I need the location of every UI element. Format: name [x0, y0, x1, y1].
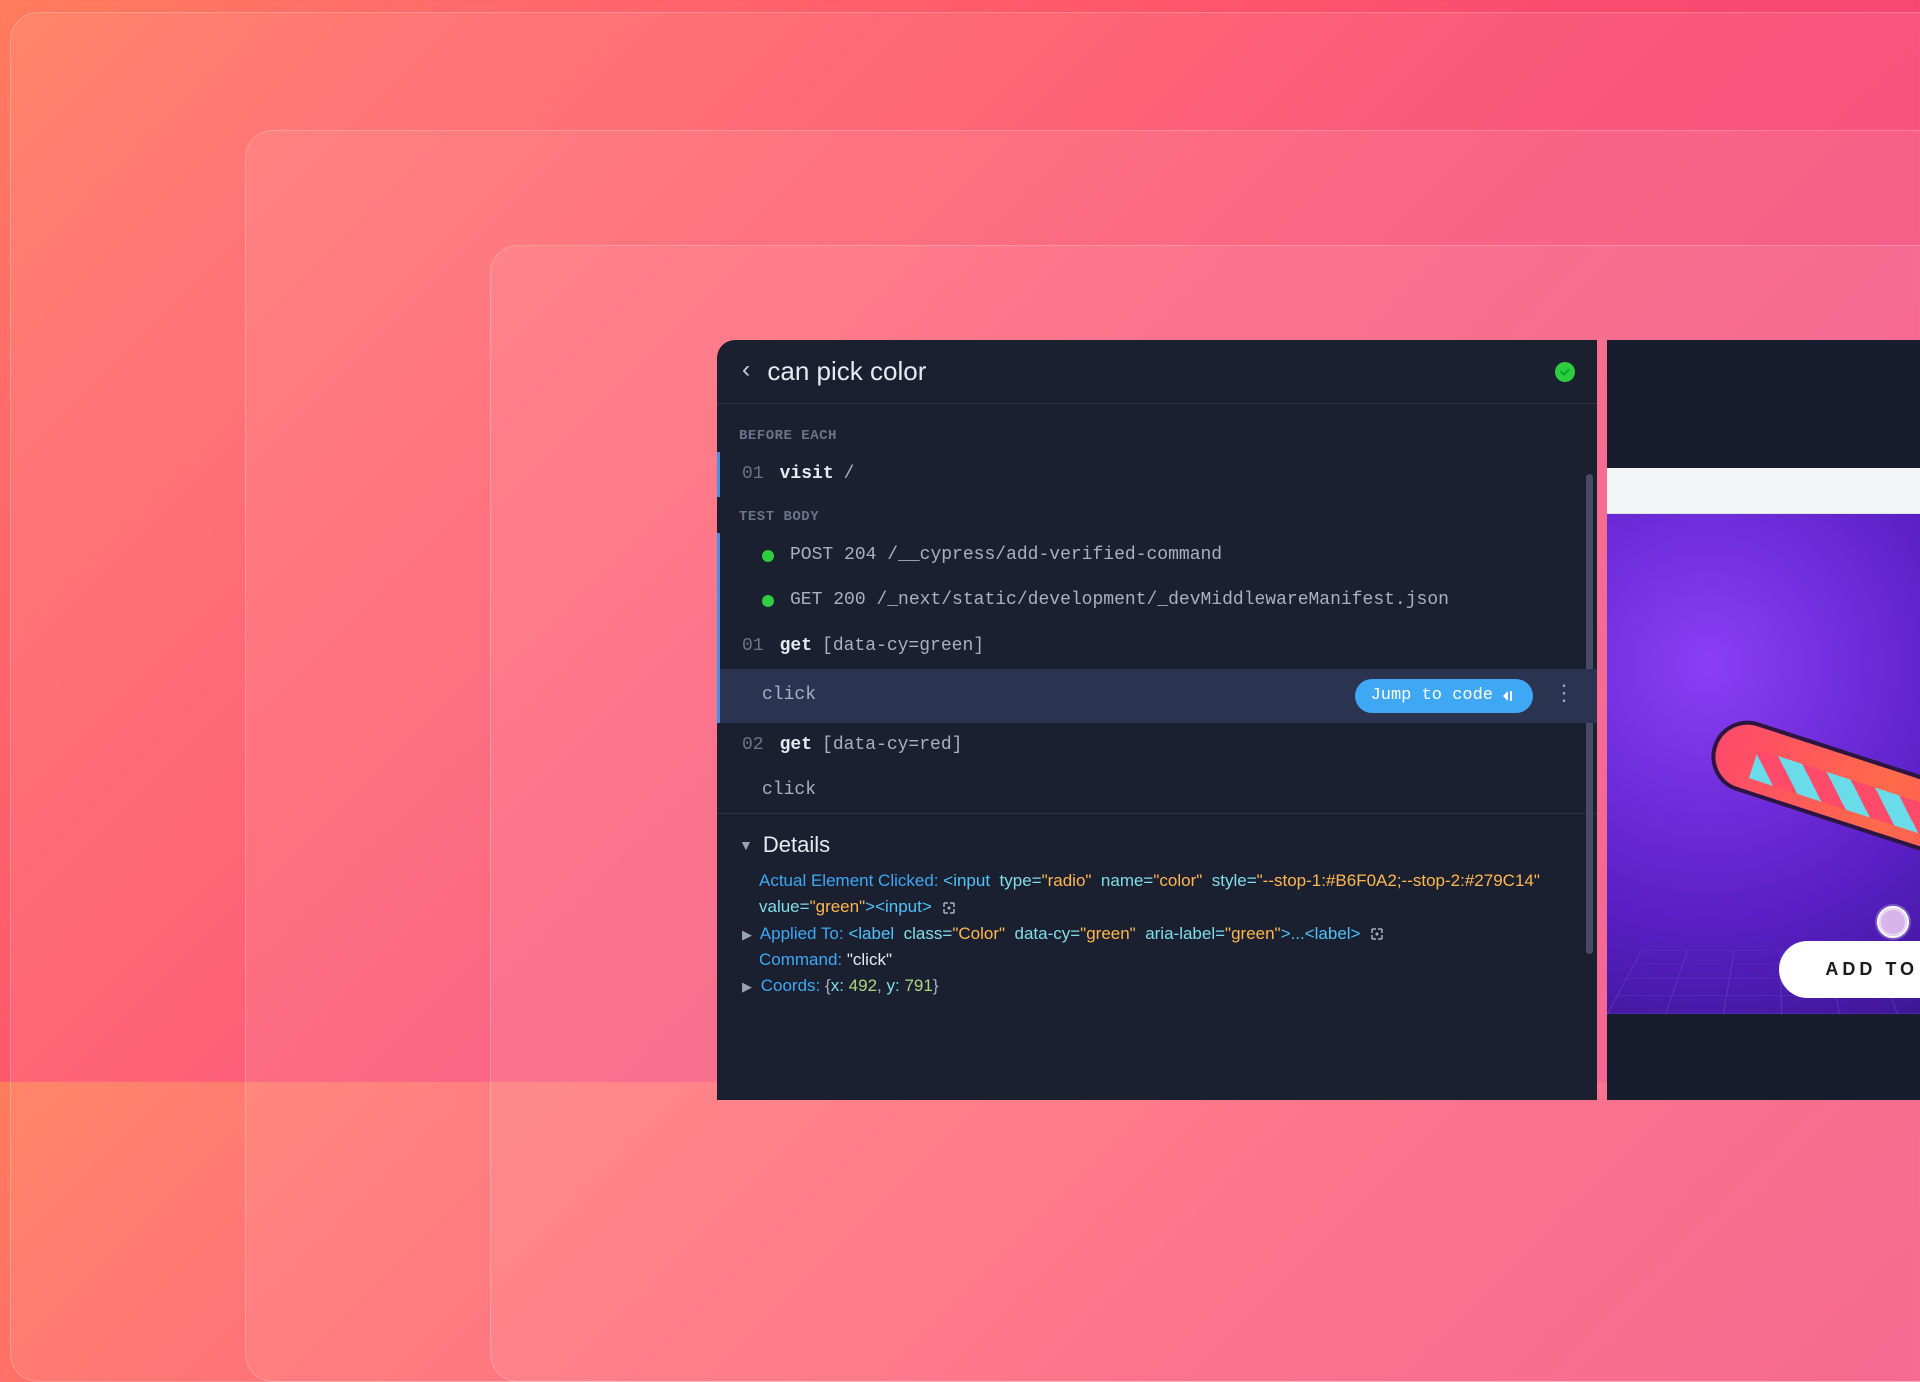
hero-area: ADD TO CA — [1607, 514, 1920, 1014]
command-click-selected[interactable]: click Jump to code ⋮ — [717, 669, 1597, 723]
line-number: 01 — [742, 462, 764, 487]
command-keyword: get — [780, 733, 812, 758]
command-arg: [data-cy=green] — [822, 634, 984, 659]
status-dot-icon — [762, 550, 774, 562]
details-header[interactable]: ▼ Details — [739, 832, 1575, 858]
url-bar[interactable] — [1607, 468, 1920, 514]
detail-command: Command: "click" — [759, 947, 1575, 973]
color-swatches — [1879, 908, 1920, 936]
runner-header: ‹ can pick color — [717, 340, 1597, 404]
command-keyword: click — [762, 683, 816, 708]
detail-applied-to: ▶ Applied To: <label class="Color" data-… — [759, 921, 1575, 947]
command-keyword: visit — [780, 462, 834, 487]
add-to-cart-button[interactable]: ADD TO CA — [1779, 941, 1920, 998]
disclosure-triangle-icon[interactable]: ▼ — [739, 837, 753, 853]
details-panel: ▼ Details Actual Element Clicked: <input… — [717, 813, 1597, 1040]
command-get-green[interactable]: 01 get [data-cy=green] — [717, 624, 1597, 669]
line-number: 01 — [742, 634, 764, 659]
hoverboard-graphic — [1687, 711, 1920, 936]
command-keyword: get — [780, 634, 812, 659]
command-get-red[interactable]: 02 get [data-cy=red] — [717, 723, 1597, 768]
jump-icon — [1501, 688, 1517, 704]
details-body: Actual Element Clicked: <input type="rad… — [739, 868, 1575, 1000]
command-arg: / — [844, 462, 855, 487]
line-number: 02 — [742, 733, 764, 758]
pass-check-icon — [1555, 362, 1575, 382]
swatch-pink[interactable] — [1879, 908, 1907, 936]
back-chevron-icon[interactable]: ‹ — [739, 358, 753, 385]
expand-triangle-icon[interactable]: ▶ — [742, 927, 752, 942]
command-keyword: click — [762, 778, 816, 803]
status-dot-icon — [762, 595, 774, 607]
request-get[interactable]: GET 200 /_next/static/development/_devMi… — [717, 578, 1597, 623]
detail-coords: ▶ Coords: {x: 492, y: 791} — [759, 973, 1575, 999]
command-visit[interactable]: 01 visit / — [717, 452, 1597, 497]
details-heading: Details — [763, 832, 830, 858]
section-before-each: BEFORE EACH — [717, 416, 1597, 452]
jump-to-code-button[interactable]: Jump to code — [1355, 679, 1533, 713]
expand-triangle-icon[interactable]: ▶ — [742, 979, 752, 994]
app-preview-panel: ADD TO CA — [1607, 340, 1920, 1100]
runner-body: BEFORE EACH 01 visit / TEST BODY POST 20… — [717, 404, 1597, 1098]
request-post[interactable]: POST 204 /__cypress/add-verified-command — [717, 533, 1597, 578]
target-element-icon[interactable] — [1369, 926, 1385, 942]
target-element-icon[interactable] — [941, 900, 957, 916]
detail-actual-element: Actual Element Clicked: <input type="rad… — [759, 868, 1575, 921]
test-runner-panel: ‹ can pick color BEFORE EACH 01 visit / … — [717, 340, 1597, 1100]
section-test-body: TEST BODY — [717, 497, 1597, 533]
command-arg: [data-cy=red] — [822, 733, 962, 758]
kebab-menu-icon[interactable]: ⋮ — [1553, 680, 1575, 711]
command-click[interactable]: click — [717, 768, 1597, 813]
test-title: can pick color — [767, 356, 1555, 387]
